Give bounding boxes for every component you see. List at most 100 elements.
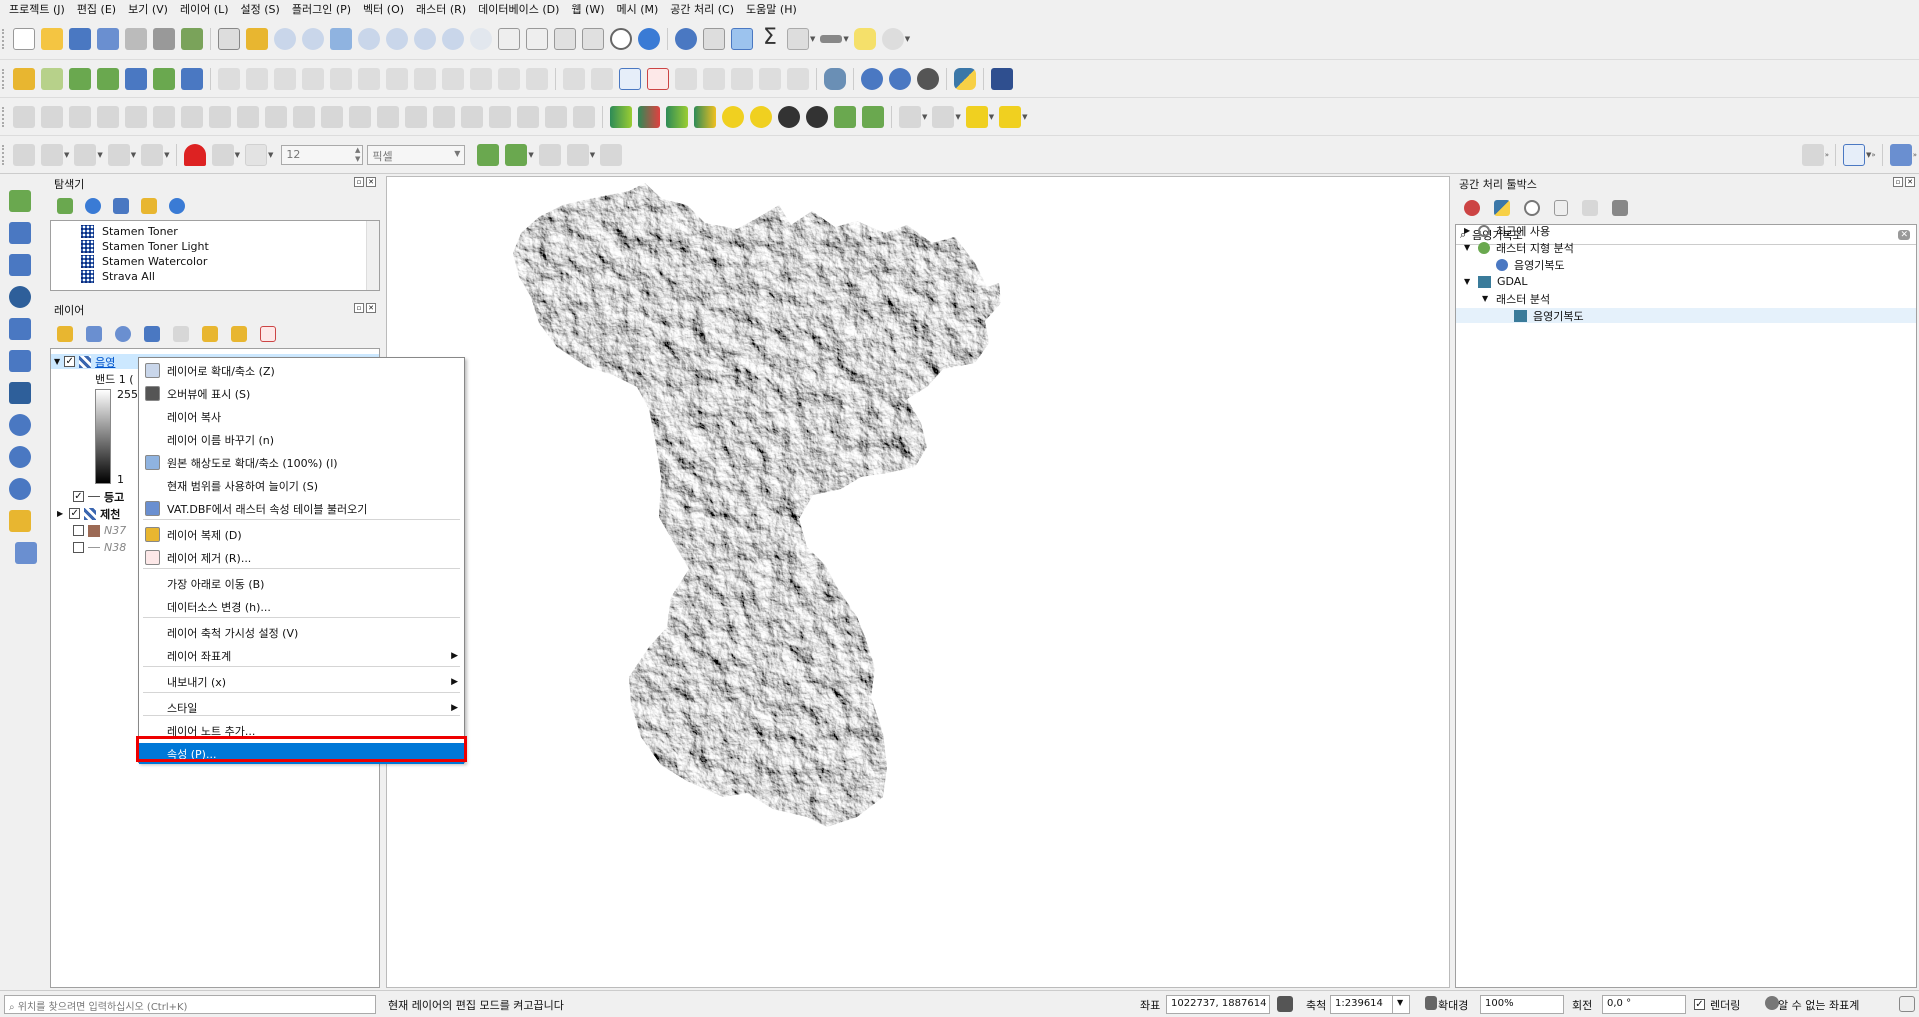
new-3d-view-icon[interactable] [526,27,548,50]
scale-dropdown-icon[interactable]: ▼ [1392,995,1410,1014]
wms-icon[interactable] [889,67,911,90]
zoom-out-icon[interactable] [302,27,324,50]
save-as-icon[interactable] [97,27,119,50]
print-layout-icon[interactable] [125,27,147,50]
cut-features-icon[interactable] [414,67,436,90]
show-bookmarks-icon[interactable] [582,27,604,50]
paste-features-icon[interactable] [470,67,492,90]
panel-toggle-icon[interactable] [1889,143,1912,166]
collapse-arrow-icon[interactable]: ▼ [54,357,60,366]
new-geopackage-icon[interactable] [41,67,63,90]
context-menu-item[interactable]: 레이어로 확대/축소 (Z) [139,360,464,381]
layer-row-n38[interactable]: N38 [73,540,126,555]
histogram-3-icon[interactable] [666,105,688,128]
vector-tools-6-icon[interactable] [181,105,203,128]
clear-search-icon[interactable]: ✕ [1898,229,1910,240]
pan-to-selection-icon[interactable] [246,27,268,50]
undo-icon[interactable] [498,67,520,90]
show-hide-labels-icon[interactable] [703,67,725,90]
vector-tools-3-icon[interactable] [97,105,119,128]
zoom-full-icon[interactable] [330,27,352,50]
vector-tools-11-icon[interactable] [321,105,343,128]
layer-row-contour[interactable]: ✓ 등고 [73,489,124,504]
select-area-icon[interactable] [750,105,772,128]
new-project-icon[interactable] [13,27,35,50]
move-label-icon[interactable] [731,67,753,90]
browser-item[interactable]: Stamen Toner [81,224,178,239]
save-project-icon[interactable] [69,27,91,50]
layer-visibility-checkbox[interactable]: ✓ [69,508,81,519]
refresh-icon[interactable] [85,198,101,214]
add-virtual-icon[interactable] [9,350,31,372]
browser-scrollbar[interactable] [366,221,379,290]
browser-item[interactable]: Strava All [81,269,155,284]
vector-tools-1-icon[interactable] [41,105,63,128]
vector-tools-13-icon[interactable] [377,105,399,128]
context-menu-item[interactable]: 레이어 제거 (R)... [139,547,464,568]
add-spatialite-icon[interactable] [9,318,31,340]
add-wfs-icon[interactable] [9,478,31,500]
vector-tools-19-icon[interactable] [545,105,567,128]
coord-toggle-icon[interactable] [1277,996,1293,1012]
menu-item-1[interactable]: 편집 (E) [74,1,125,17]
pan-icon[interactable] [218,27,240,50]
snapping-mode-icon[interactable] [211,143,234,166]
python-console-icon[interactable] [954,67,976,90]
vector-tools-12-icon[interactable] [349,105,371,128]
manage-theme-icon[interactable] [115,326,131,342]
context-menu-item[interactable]: 레이어 복사 [139,406,464,427]
statistical-summary-icon[interactable]: Σ [759,26,781,50]
select-by-location-icon[interactable] [999,105,1022,128]
deselect-all-icon[interactable] [965,105,988,128]
add-postgis-icon[interactable] [9,382,31,404]
add-raster-layer-icon[interactable] [153,67,175,90]
selection-attr-icon[interactable] [932,105,955,128]
redo-icon[interactable] [526,67,548,90]
render-checkbox[interactable]: ✓ [1694,999,1705,1010]
menu-item-6[interactable]: 벡터 (O) [360,1,413,17]
metasearch-icon[interactable] [861,67,883,90]
add-gpx-icon[interactable] [125,67,147,90]
zoom-to-selection-icon[interactable] [358,27,380,50]
layer-visibility-checkbox[interactable]: ✓ [73,491,84,502]
filter-icon[interactable] [834,105,856,128]
zoom-native-icon[interactable] [414,27,436,50]
close-button[interactable]: ✕ [366,303,376,313]
refresh-icon[interactable] [638,27,660,50]
snapping-unit-select[interactable]: 픽셀 ▼ [367,144,466,165]
crs-globe-icon[interactable] [1765,996,1779,1010]
close-button[interactable]: ✕ [366,177,376,187]
vector-tools-18-icon[interactable] [517,105,539,128]
coord-value[interactable]: 1022737, 1887614 [1166,995,1270,1014]
menu-item-3[interactable]: 레이어 (L) [177,1,238,17]
menu-item-5[interactable]: 플러그인 (P) [289,1,360,17]
data-source-manager-icon[interactable] [13,67,35,90]
layer-visibility-checkbox[interactable] [73,542,84,553]
lock-icon[interactable] [1425,996,1437,1010]
label-abc-red-icon[interactable] [647,67,669,90]
open-attribute-table-icon[interactable] [703,27,725,50]
add-layer-group-icon[interactable] [9,510,31,532]
vector-tools-2-icon[interactable] [69,105,91,128]
vector-tools-4-icon[interactable] [125,105,147,128]
add-mesh-icon[interactable] [9,254,31,276]
map-tips-icon[interactable] [853,27,876,50]
vector-tools-15-icon[interactable] [433,105,455,128]
remove-layer-icon[interactable] [260,326,276,342]
bookmark-icon[interactable] [554,27,576,50]
ellipse-tool-icon[interactable] [141,143,164,166]
modify-attributes-icon[interactable] [358,67,380,90]
rotate-label-icon[interactable] [759,67,781,90]
new-map-view-icon[interactable] [498,27,520,50]
open-project-icon[interactable] [41,27,63,50]
rotation-value[interactable]: 0,0 ° [1602,995,1686,1014]
float-button[interactable]: ▫ [354,303,364,313]
add-virtual-layer-icon[interactable] [181,67,203,90]
vector-tools-17-icon[interactable] [489,105,511,128]
zoom-last-icon[interactable] [442,27,464,50]
processing-tree-item[interactable]: 음영기복도 [1482,257,1565,272]
vector-tools-10-icon[interactable] [293,105,315,128]
self-snapping-icon[interactable] [538,143,561,166]
map-canvas[interactable] [386,176,1450,988]
locator-input[interactable]: ⌕ 위치를 찾으려면 입력하십시오 (Ctrl+K) [4,995,376,1014]
